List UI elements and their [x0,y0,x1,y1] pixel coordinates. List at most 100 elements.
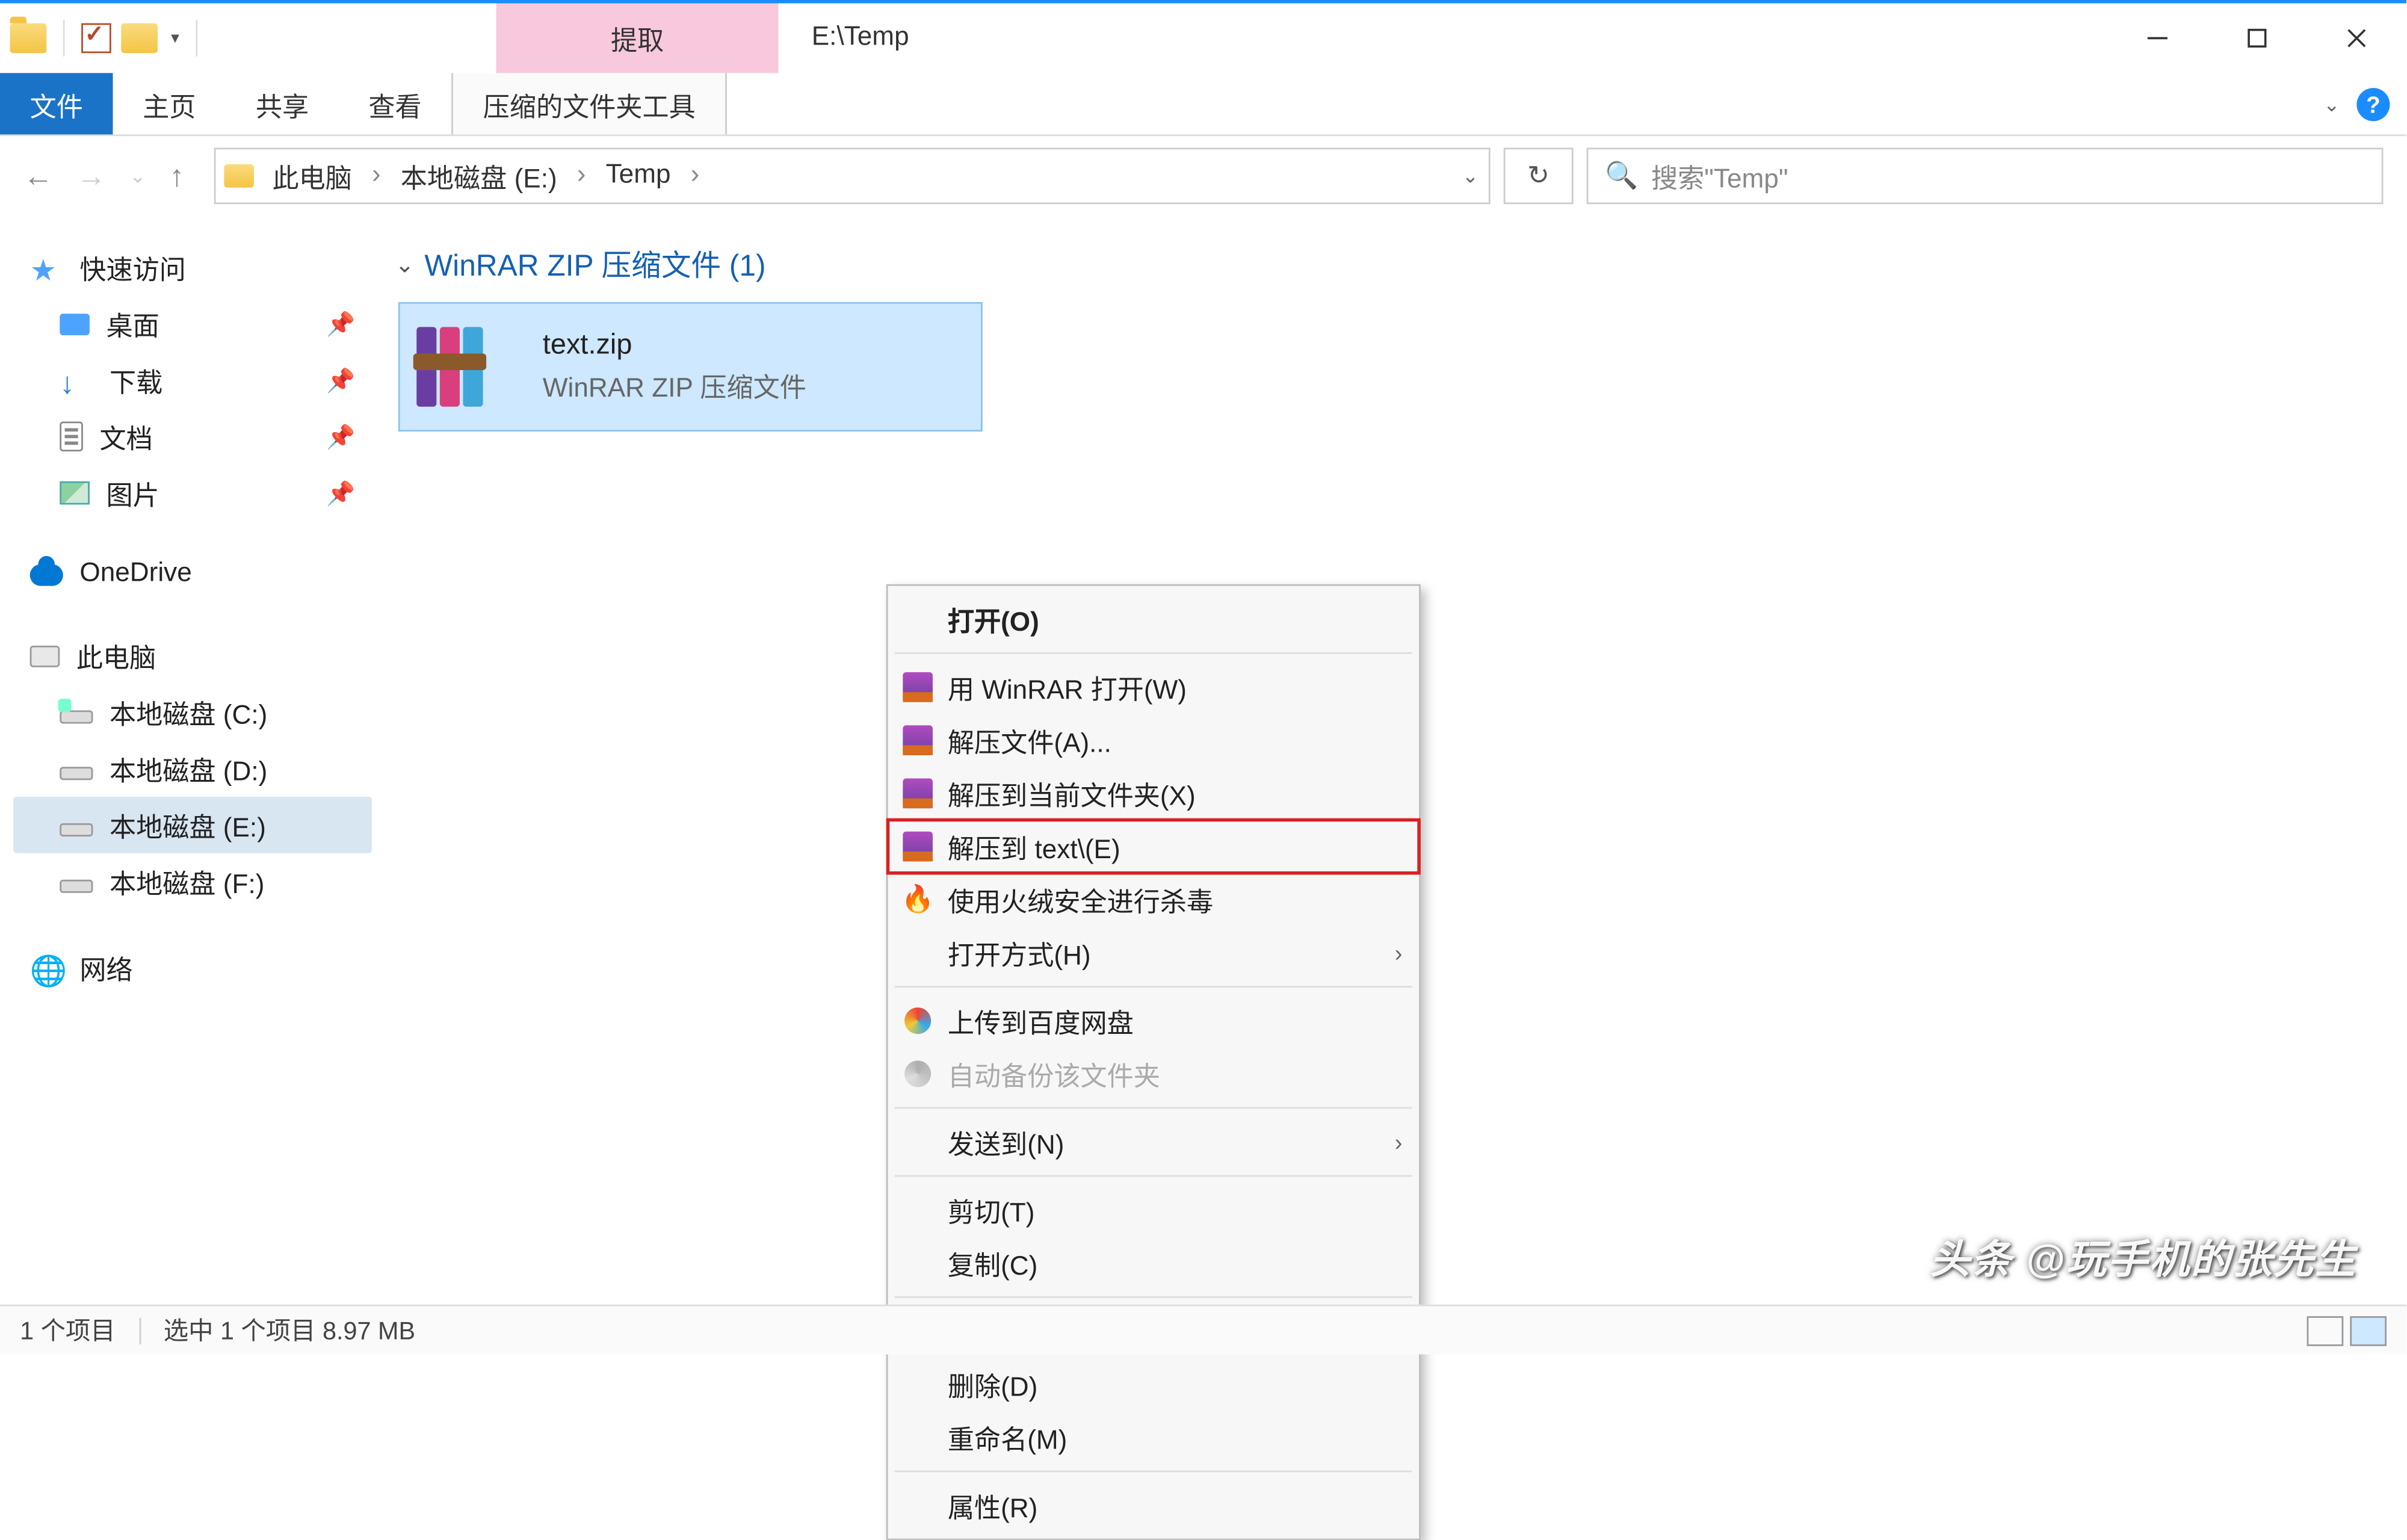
tab-share[interactable]: 共享 [226,73,339,134]
folder-icon[interactable] [10,23,47,54]
tab-view[interactable]: 查看 [339,73,452,134]
menu-open[interactable]: 打开(O) [888,593,1420,646]
menu-label: 解压到当前文件夹(X) [948,773,1196,813]
history-dropdown-icon[interactable]: ⌄ [129,164,146,188]
file-type: WinRAR ZIP 压缩文件 [543,365,806,405]
up-button[interactable]: ↑ [169,158,184,193]
context-menu: 打开(O) 用 WinRAR 打开(W) 解压文件(A)... 解压到当前文件夹… [886,584,1421,1540]
help-icon[interactable]: ? [2356,87,2390,120]
separator [895,652,1412,654]
menu-label: 使用火绒安全进行杀毒 [948,880,1213,920]
folder-icon [216,164,262,188]
menu-send-to[interactable]: 发送到(N)› [888,1115,1420,1168]
menu-label: 解压到 text\(E) [948,826,1120,866]
pin-icon: 📌 [326,479,355,507]
sidebar-item-network[interactable]: 🌐网络 [13,939,372,996]
qat-dropdown-icon[interactable]: ▾ [171,29,179,47]
chevron-down-icon: ⌄ [395,250,414,278]
baidu-icon [901,1004,935,1037]
sidebar-label: 此电脑 [76,635,156,675]
sidebar-item-quick-access[interactable]: ★快速访问 [13,239,372,295]
address-bar[interactable]: 此电脑 本地磁盘 (E:) Temp ⌄ [214,147,1491,204]
menu-rename[interactable]: 重命名(M) [888,1411,1420,1464]
sidebar-item-documents[interactable]: 文档📌 [13,408,372,465]
content-pane[interactable]: ⌄ WinRAR ZIP 压缩文件 (1) text.zip WinRAR ZI… [385,216,2406,1305]
menu-extract-to-folder[interactable]: 解压到 text\(E) [888,820,1420,873]
sidebar-label: 网络 [79,948,132,988]
sidebar-item-onedrive[interactable]: OneDrive [13,551,372,598]
separator [196,20,198,57]
winrar-icon [901,723,935,756]
menu-extract-here[interactable]: 解压到当前文件夹(X) [888,767,1420,820]
quick-access-toolbar: ▾ [0,4,214,73]
sidebar-item-this-pc[interactable]: 此电脑 [13,628,372,684]
search-box[interactable]: 🔍 搜索"Temp" [1587,147,2384,204]
separator [895,1107,1412,1109]
sidebar-label: 快速访问 [79,247,186,287]
menu-extract-files[interactable]: 解压文件(A)... [888,714,1420,767]
menu-huorong-scan[interactable]: 🔥使用火绒安全进行杀毒 [888,873,1420,926]
sidebar-item-pictures[interactable]: 图片📌 [13,465,372,521]
close-button[interactable] [2307,4,2406,73]
refresh-button[interactable]: ↻ [1504,147,1574,204]
breadcrumb[interactable]: Temp [596,161,709,191]
pin-icon: 📌 [326,366,355,394]
menu-label: 发送到(N) [948,1122,1064,1161]
back-button[interactable]: ← [23,158,54,193]
new-folder-icon[interactable] [121,23,158,54]
watermark: 头条 @玩手机的张先生 [1930,1226,2356,1285]
pc-icon [30,645,60,666]
nav-pane: ★快速访问 桌面📌 ↓下载📌 文档📌 图片📌 OneDrive 此电脑 本地磁盘… [0,216,385,1305]
menu-delete[interactable]: 删除(D) [888,1358,1420,1411]
tab-home[interactable]: 主页 [113,73,226,134]
sidebar-item-drive-c[interactable]: 本地磁盘 (C:) [13,684,372,740]
menu-open-with-winrar[interactable]: 用 WinRAR 打开(W) [888,661,1420,714]
sidebar-item-desktop[interactable]: 桌面📌 [13,295,372,352]
window-title: E:\Temp [779,4,2108,73]
pin-icon: 📌 [326,309,355,338]
navigation-row: ← → ⌄ ↑ 此电脑 本地磁盘 (E:) Temp ⌄ ↻ 🔍 搜索"Temp… [0,136,2406,215]
menu-properties[interactable]: 属性(R) [888,1479,1420,1532]
window-controls [2108,4,2406,73]
address-dropdown-icon[interactable]: ⌄ [1462,164,1479,188]
cloud-icon [30,563,63,585]
search-placeholder: 搜索"Temp" [1651,156,1788,196]
collapse-ribbon-icon[interactable]: ⌄ [2323,92,2340,116]
sidebar-label: 本地磁盘 (F:) [110,861,264,901]
contextual-tab-extract[interactable]: 提取 [496,4,779,73]
forward-button[interactable]: → [76,158,107,193]
menu-cut[interactable]: 剪切(T) [888,1183,1420,1236]
sidebar-item-drive-e[interactable]: 本地磁盘 (E:) [13,797,372,853]
sidebar-item-drive-d[interactable]: 本地磁盘 (D:) [13,740,372,797]
group-header[interactable]: ⌄ WinRAR ZIP 压缩文件 (1) [395,243,2396,286]
menu-copy[interactable]: 复制(C) [888,1237,1420,1290]
separator [895,986,1412,988]
menu-label: 自动备份该文件夹 [948,1054,1160,1093]
group-title: WinRAR ZIP 压缩文件 (1) [424,243,765,286]
tab-compressed-tools[interactable]: 压缩的文件夹工具 [451,73,727,134]
sidebar-item-drive-f[interactable]: 本地磁盘 (F:) [13,853,372,910]
details-view-icon[interactable] [2307,1316,2344,1346]
winrar-icon [901,777,935,810]
maximize-button[interactable] [2207,4,2307,73]
breadcrumb[interactable]: 本地磁盘 (E:) [391,156,596,196]
file-item-selected[interactable]: text.zip WinRAR ZIP 压缩文件 [398,302,983,431]
status-bar: 1 个项目 选中 1 个项目 8.97 MB [0,1305,2406,1355]
sidebar-label: OneDrive [79,559,191,589]
sidebar-item-downloads[interactable]: ↓下载📌 [13,352,372,409]
tab-file[interactable]: 文件 [0,73,113,134]
separator [895,1471,1412,1473]
tiles-view-icon[interactable] [2350,1316,2387,1346]
document-icon [60,422,83,452]
pin-icon: 📌 [326,422,355,451]
pictures-icon [60,481,90,505]
properties-icon[interactable] [81,23,111,54]
breadcrumb[interactable]: 此电脑 [262,156,391,196]
menu-open-with[interactable]: 打开方式(H)› [888,926,1420,979]
menu-upload-baidu[interactable]: 上传到百度网盘 [888,994,1420,1047]
download-icon: ↓ [60,367,93,394]
minimize-button[interactable] [2108,4,2207,73]
search-icon: 🔍 [1605,159,1638,193]
separator [63,20,65,57]
ribbon-tabs: 文件 主页 共享 查看 压缩的文件夹工具 ⌄ ? [0,73,2406,136]
